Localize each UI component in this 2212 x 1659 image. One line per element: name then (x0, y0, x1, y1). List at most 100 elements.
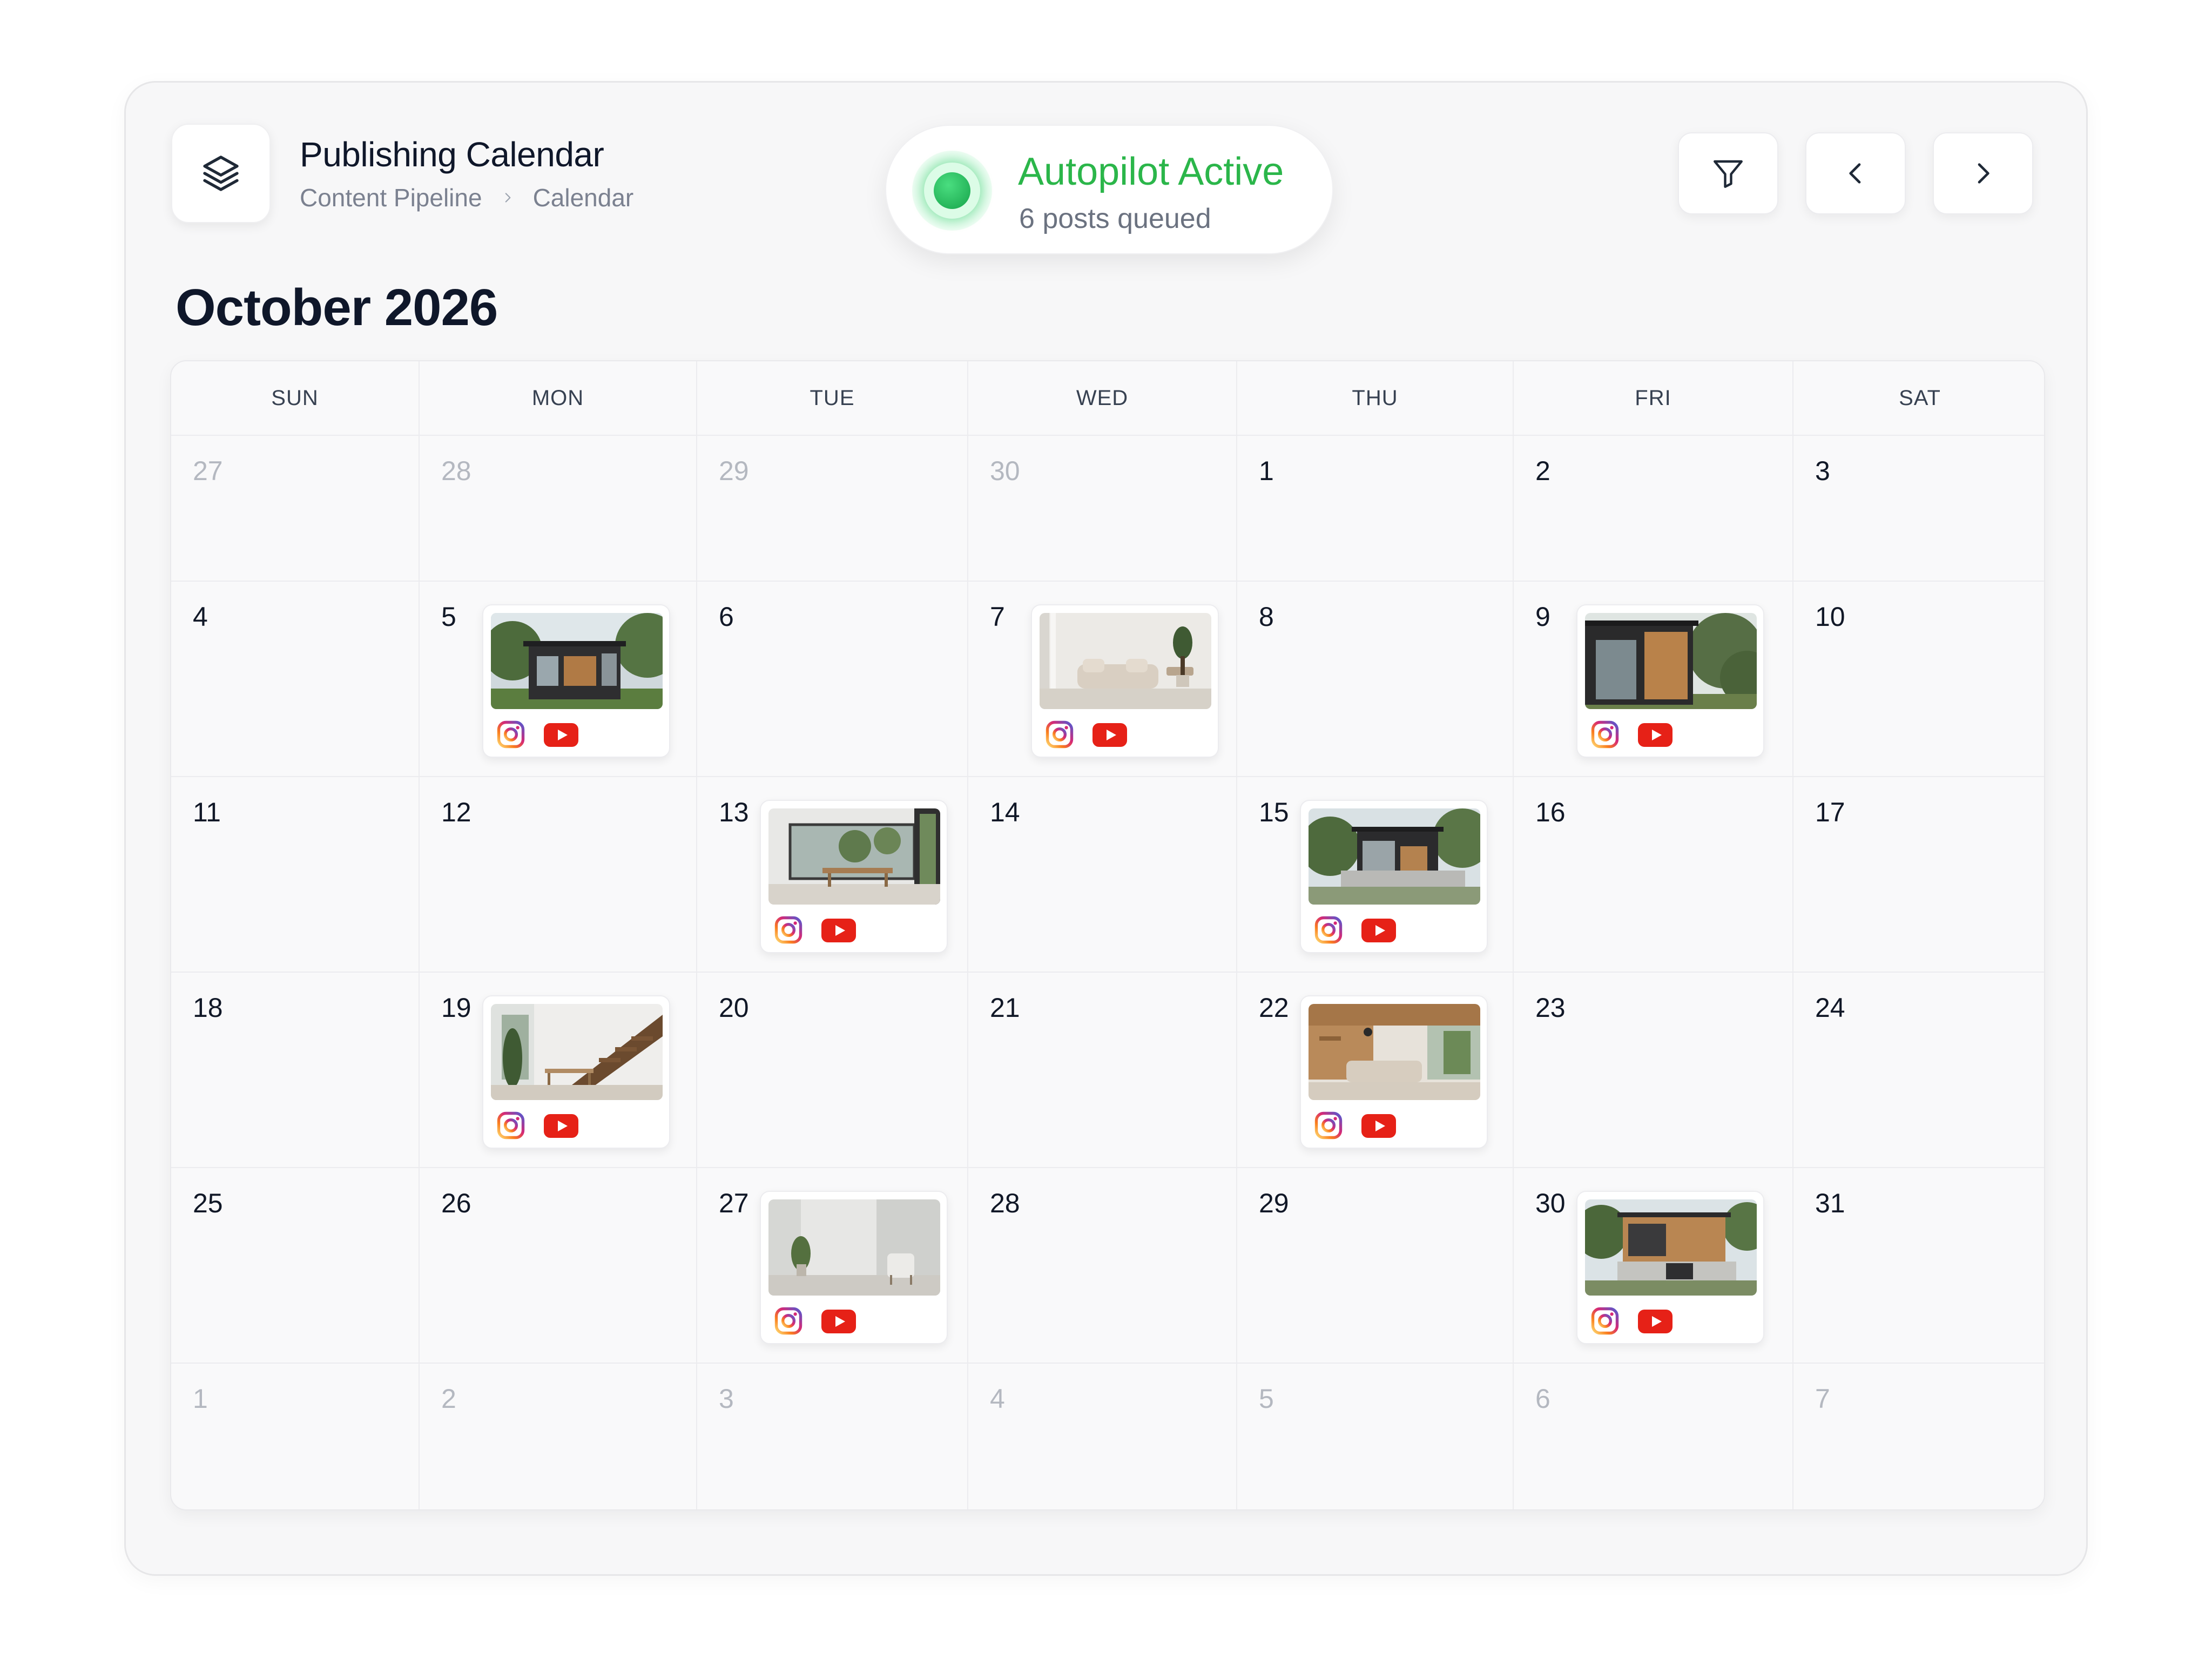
youtube-icon (1638, 723, 1673, 747)
weekday-label-fri: FRI (1514, 361, 1793, 435)
calendar-week-row: 25 26 27 28 29 30 31 (171, 1168, 2044, 1364)
day-cell[interactable]: 5 (420, 582, 697, 776)
youtube-icon (544, 723, 578, 747)
layers-icon (203, 156, 239, 191)
youtube-icon (1638, 1310, 1673, 1333)
post-thumbnail (1585, 1199, 1757, 1296)
day-cell[interactable]: 3 (1793, 436, 2044, 581)
day-cell[interactable]: 1 (1237, 436, 1514, 581)
breadcrumb-item-calendar[interactable]: Calendar (533, 183, 634, 212)
day-number: 1 (1259, 456, 1274, 486)
day-cell[interactable]: 21 (968, 973, 1237, 1167)
scheduled-post-card[interactable] (482, 995, 670, 1149)
day-number: 21 (990, 993, 1020, 1023)
chevron-right-icon (1978, 163, 1990, 184)
scheduled-post-card[interactable] (1576, 604, 1764, 758)
chevron-left-icon (1849, 163, 1861, 184)
day-cell[interactable]: 2 (420, 1364, 697, 1509)
scheduled-post-card[interactable] (1031, 604, 1219, 758)
scheduled-post-card[interactable] (482, 604, 670, 758)
day-cell[interactable]: 15 (1237, 777, 1514, 972)
day-cell[interactable]: 24 (1793, 973, 2044, 1167)
day-cell[interactable]: 11 (171, 777, 420, 972)
day-number: 23 (1535, 993, 1566, 1023)
weekday-label-sun: SUN (171, 361, 420, 435)
app-window: Publishing Calendar Content Pipeline Cal… (124, 81, 2088, 1576)
breadcrumb-item-content-pipeline[interactable]: Content Pipeline (300, 183, 482, 212)
day-cell[interactable]: 6 (697, 582, 968, 776)
scheduled-post-card[interactable] (760, 1191, 948, 1344)
day-cell[interactable]: 8 (1237, 582, 1514, 776)
day-cell[interactable]: 9 (1514, 582, 1793, 776)
scheduled-post-card[interactable] (760, 800, 948, 953)
day-cell[interactable]: 20 (697, 973, 968, 1167)
scheduled-post-card[interactable] (1576, 1191, 1764, 1344)
scheduled-post-card[interactable] (1300, 995, 1488, 1149)
calendar-week-row: 4 5 6 7 8 9 10 (171, 582, 2044, 777)
day-cell[interactable]: 13 (697, 777, 968, 972)
day-number: 29 (719, 456, 749, 486)
previous-month-button[interactable] (1805, 132, 1906, 214)
filter-button[interactable] (1678, 132, 1778, 214)
day-cell[interactable]: 16 (1514, 777, 1793, 972)
day-cell[interactable]: 25 (171, 1168, 420, 1363)
day-cell[interactable]: 12 (420, 777, 697, 972)
day-number: 3 (1815, 456, 1830, 486)
day-cell[interactable]: 30 (1514, 1168, 1793, 1363)
day-number: 31 (1815, 1188, 1845, 1218)
post-thumbnail (491, 613, 663, 709)
day-cell[interactable]: 28 (420, 436, 697, 581)
day-cell[interactable]: 4 (171, 582, 420, 776)
day-cell[interactable]: 31 (1793, 1168, 2044, 1363)
logo-button[interactable] (171, 124, 271, 223)
day-cell[interactable]: 19 (420, 973, 697, 1167)
day-number: 1 (193, 1384, 208, 1414)
weekday-label-wed: WED (968, 361, 1237, 435)
day-cell[interactable]: 27 (697, 1168, 968, 1363)
autopilot-queue-count: 6 posts queued (1019, 203, 1211, 234)
day-cell[interactable]: 18 (171, 973, 420, 1167)
instagram-icon (496, 1111, 525, 1140)
day-cell[interactable]: 23 (1514, 973, 1793, 1167)
scheduled-post-card[interactable] (1300, 800, 1488, 953)
day-number: 3 (719, 1384, 734, 1414)
day-cell[interactable]: 14 (968, 777, 1237, 972)
post-thumbnail (1309, 808, 1480, 905)
calendar-grid: SUN MON TUE WED THU FRI SAT 27 28 29 30 1 2 3 4 5 6 7 8 9 1… (170, 360, 2045, 1510)
instagram-icon (496, 720, 525, 749)
filter-icon (1714, 160, 1743, 188)
day-number: 24 (1815, 993, 1845, 1023)
youtube-icon (1361, 1114, 1396, 1138)
day-cell[interactable]: 28 (968, 1168, 1237, 1363)
day-cell[interactable]: 30 (968, 436, 1237, 581)
day-cell[interactable]: 29 (1237, 1168, 1514, 1363)
day-cell[interactable]: 6 (1514, 1364, 1793, 1509)
chevron-right-icon (501, 191, 515, 205)
post-thumbnail (1585, 613, 1757, 709)
day-cell[interactable]: 1 (171, 1364, 420, 1509)
day-number: 7 (990, 602, 1005, 632)
day-cell[interactable]: 22 (1237, 973, 1514, 1167)
day-number: 25 (193, 1188, 223, 1218)
weekday-header: SUN MON TUE WED THU FRI SAT (171, 361, 2044, 436)
day-cell[interactable]: 29 (697, 436, 968, 581)
day-number: 2 (1535, 456, 1550, 486)
day-cell[interactable]: 5 (1237, 1364, 1514, 1509)
day-cell[interactable]: 7 (1793, 1364, 2044, 1509)
day-number: 4 (990, 1384, 1005, 1414)
instagram-icon (1590, 1306, 1620, 1336)
day-cell[interactable]: 10 (1793, 582, 2044, 776)
day-cell[interactable]: 26 (420, 1168, 697, 1363)
day-number: 8 (1259, 602, 1274, 632)
day-cell[interactable]: 7 (968, 582, 1237, 776)
day-number: 13 (719, 797, 749, 827)
day-cell[interactable]: 17 (1793, 777, 2044, 972)
day-cell[interactable]: 4 (968, 1364, 1237, 1509)
post-thumbnail (1309, 1004, 1480, 1100)
next-month-button[interactable] (1933, 132, 2033, 214)
day-cell[interactable]: 3 (697, 1364, 968, 1509)
day-cell[interactable]: 2 (1514, 436, 1793, 581)
autopilot-status-pill[interactable]: Autopilot Active 6 posts queued (885, 125, 1333, 254)
page-title: Publishing Calendar (300, 135, 604, 174)
day-cell[interactable]: 27 (171, 436, 420, 581)
